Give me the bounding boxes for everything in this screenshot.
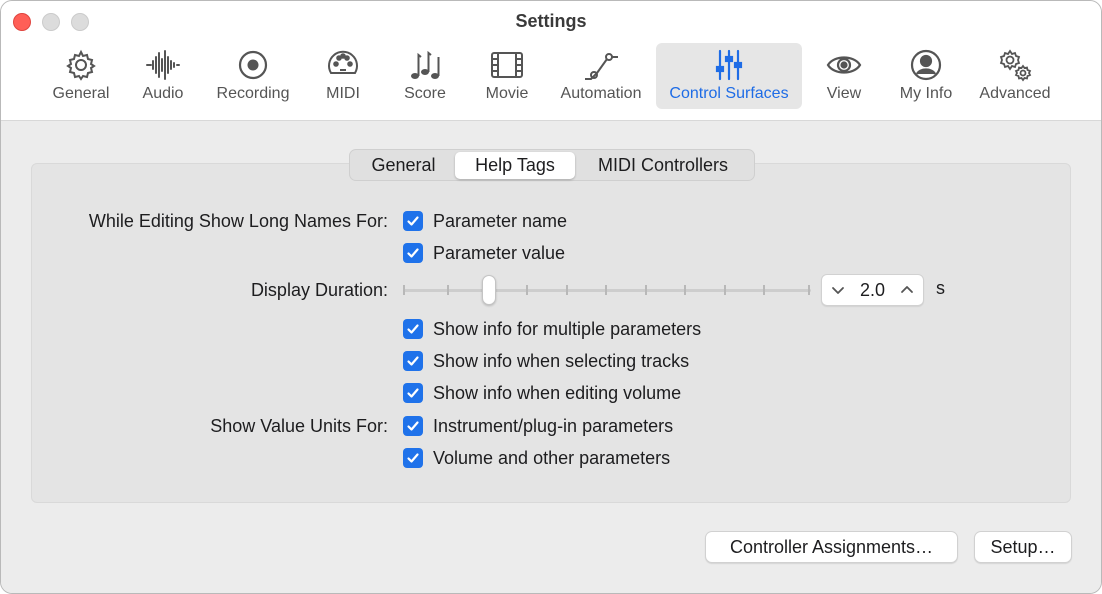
- chevron-up-icon[interactable]: [899, 282, 915, 298]
- toolbar-label: MIDI: [326, 85, 360, 102]
- toolbar-label: Advanced: [979, 85, 1051, 102]
- eye-icon: [826, 47, 862, 83]
- slider-tick: [724, 285, 726, 295]
- tab-general[interactable]: General: [352, 152, 455, 179]
- slider-tick: [684, 285, 686, 295]
- automation-curve-icon: [583, 47, 619, 83]
- slider-tick: [403, 285, 405, 295]
- tab-midi-controllers[interactable]: MIDI Controllers: [575, 152, 751, 179]
- chevron-down-icon[interactable]: [830, 282, 846, 298]
- toolbar-general[interactable]: General: [45, 43, 117, 109]
- display-duration-label: Display Duration:: [250, 280, 388, 300]
- slider-tick: [808, 285, 810, 295]
- slider-tick: [763, 285, 765, 295]
- waveform-icon: [145, 47, 181, 83]
- sliders-icon: [711, 47, 747, 83]
- checkmark-icon: [407, 388, 419, 398]
- toolbar-label: Audio: [142, 85, 184, 102]
- toolbar-advanced[interactable]: Advanced: [973, 43, 1057, 109]
- parameter-value-option[interactable]: Parameter value: [403, 240, 565, 266]
- multiple-parameters-checkbox[interactable]: [403, 319, 423, 339]
- settings-toolbar: General Audio Recording MIDI Score Movie…: [1, 43, 1101, 111]
- settings-window: Settings General Audio Recording MIDI Sc…: [0, 0, 1102, 594]
- slider-tick: [645, 285, 647, 295]
- toolbar-audio[interactable]: Audio: [133, 43, 193, 109]
- checkmark-icon: [407, 216, 419, 226]
- instrument-parameters-checkbox[interactable]: [403, 416, 423, 436]
- record-icon: [235, 47, 271, 83]
- multiple-parameters-option[interactable]: Show info for multiple parameters: [403, 316, 701, 342]
- toolbar-label: Control Surfaces: [669, 85, 789, 102]
- gear-icon: [63, 47, 99, 83]
- toolbar-label: Recording: [216, 85, 290, 102]
- slider-tick: [447, 285, 449, 295]
- slider-track: [403, 289, 811, 292]
- volume-parameters-option[interactable]: Volume and other parameters: [403, 445, 670, 471]
- slider-tick: [526, 285, 528, 295]
- toolbar-control-surfaces[interactable]: Control Surfaces: [656, 43, 802, 109]
- toolbar-midi[interactable]: MIDI: [313, 43, 373, 109]
- instrument-parameters-label: Instrument/plug-in parameters: [433, 415, 674, 436]
- toolbar-label: General: [52, 85, 110, 102]
- tab-help-tags[interactable]: Help Tags: [455, 151, 575, 179]
- editing-volume-checkbox[interactable]: [403, 383, 423, 403]
- slider-tick: [566, 285, 568, 295]
- selecting-tracks-label: Show info when selecting tracks: [433, 350, 690, 371]
- display-duration-slider[interactable]: [403, 272, 811, 308]
- instrument-parameters-option[interactable]: Instrument/plug-in parameters: [403, 413, 673, 439]
- tab-bar: General Help Tags MIDI Controllers: [349, 149, 755, 181]
- duration-stepper[interactable]: 2.0: [821, 274, 924, 306]
- checkmark-icon: [407, 248, 419, 258]
- toolbar-my-info[interactable]: My Info: [894, 43, 958, 109]
- toolbar-view[interactable]: View: [815, 43, 873, 109]
- toolbar-label: My Info: [899, 85, 953, 102]
- midi-icon: [325, 47, 361, 83]
- checkmark-icon: [407, 356, 419, 366]
- toolbar-movie[interactable]: Movie: [477, 43, 537, 109]
- slider-tick: [605, 285, 607, 295]
- slider-thumb[interactable]: [482, 275, 496, 305]
- toolbar-label: Score: [404, 85, 446, 102]
- parameter-name-label: Parameter name: [433, 210, 568, 231]
- film-icon: [489, 47, 525, 83]
- toolbar-label: Automation: [560, 85, 642, 102]
- parameter-name-checkbox[interactable]: [403, 211, 423, 231]
- volume-parameters-label: Volume and other parameters: [433, 447, 671, 468]
- multiple-parameters-label: Show info for multiple parameters: [433, 318, 702, 339]
- controller-assignments-button[interactable]: Controller Assignments…: [705, 531, 958, 563]
- checkmark-icon: [407, 324, 419, 334]
- toolbar-label: Movie: [485, 85, 529, 102]
- title-bar: Settings General Audio Recording MIDI Sc…: [1, 1, 1101, 121]
- window-title: Settings: [515, 11, 587, 31]
- duration-unit: s: [936, 278, 945, 298]
- parameter-value-label: Parameter value: [433, 242, 566, 263]
- settings-content: General Help Tags MIDI Controllers While…: [1, 122, 1101, 593]
- checkmark-icon: [407, 421, 419, 431]
- person-icon: [908, 47, 944, 83]
- parameter-value-checkbox[interactable]: [403, 243, 423, 263]
- duration-value[interactable]: 2.0: [860, 280, 885, 301]
- editing-volume-label: Show info when editing volume: [433, 382, 682, 403]
- gears-icon: [997, 47, 1033, 83]
- toolbar-automation[interactable]: Automation: [554, 43, 648, 109]
- selecting-tracks-checkbox[interactable]: [403, 351, 423, 371]
- long-names-label: While Editing Show Long Names For:: [88, 211, 388, 231]
- toolbar-label: View: [826, 85, 862, 102]
- setup-button[interactable]: Setup…: [974, 531, 1072, 563]
- selecting-tracks-option[interactable]: Show info when selecting tracks: [403, 348, 689, 374]
- toolbar-recording[interactable]: Recording: [209, 43, 297, 109]
- parameter-name-option[interactable]: Parameter name: [403, 208, 567, 234]
- volume-parameters-checkbox[interactable]: [403, 448, 423, 468]
- music-notes-icon: [407, 47, 443, 83]
- value-units-label: Show Value Units For:: [210, 416, 388, 436]
- toolbar-score[interactable]: Score: [395, 43, 455, 109]
- editing-volume-option[interactable]: Show info when editing volume: [403, 380, 681, 406]
- checkmark-icon: [407, 453, 419, 463]
